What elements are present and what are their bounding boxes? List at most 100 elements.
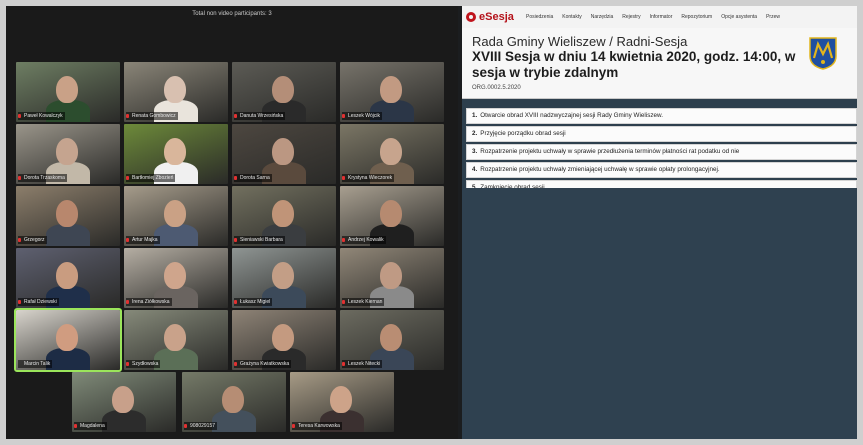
coat-of-arms-icon	[809, 37, 837, 70]
participant-tile[interactable]: Leszek Wójcik	[340, 62, 444, 122]
participant-head	[112, 386, 134, 413]
participant-head	[56, 324, 78, 351]
participant-tile[interactable]: Danuta Wrzesińska	[232, 62, 336, 122]
participant-head	[164, 76, 186, 103]
menu-item[interactable]: Opcje asystenta	[721, 14, 757, 20]
participant-name: Marcin Talik	[18, 360, 53, 368]
menu-item[interactable]: Kontakty	[562, 14, 581, 20]
agenda-item[interactable]: 4. Rozpatrzenie projektu uchwały zmieniaj…	[466, 162, 857, 178]
esesja-logo[interactable]: eSesja	[466, 10, 514, 24]
esesja-panel: eSesja Posiedzenia Kontakty Narzędzia Rejes…	[462, 6, 857, 439]
screen: Total non video participants: 3 Paweł Ko…	[6, 6, 857, 439]
participant-head	[164, 262, 186, 289]
menu-item[interactable]: Posiedzenia	[526, 14, 553, 20]
participant-tile[interactable]: Rafał Dziewski	[16, 248, 120, 308]
council-title: Rada Gminy Wieliszew / Radni-Sesja	[472, 34, 688, 49]
participant-tile[interactable]: Leszek Nitecki	[340, 310, 444, 370]
agenda-item-text: Otwarcie obrad XVIII nadzwyczajnej sesji…	[480, 112, 663, 119]
participant-tile[interactable]: Irena Ziółkowska	[124, 248, 228, 308]
muted-mic-icon	[342, 362, 345, 366]
agenda-item-text: Rozpatrzenie projektu uchwały zmieniając…	[480, 166, 720, 173]
muted-mic-icon	[126, 300, 129, 304]
participant-head	[272, 262, 294, 289]
menu-item[interactable]: Repozytorium	[681, 14, 712, 20]
participant-name: Szydłowska	[126, 360, 161, 368]
muted-mic-icon	[234, 114, 237, 118]
participant-head	[272, 76, 294, 103]
participant-head	[380, 138, 402, 165]
participant-name: Magdalena	[74, 422, 107, 430]
menu-bar: eSesja Posiedzenia Kontakty Narzędzia Rejes…	[462, 6, 857, 29]
participant-tile[interactable]: 908029157	[182, 372, 286, 432]
muted-mic-icon	[234, 176, 237, 180]
participant-tile[interactable]: Dorota Trzaskoma	[16, 124, 120, 184]
muted-mic-icon	[18, 176, 21, 180]
session-reference: ORG.0002.5.2020	[472, 85, 521, 91]
menu-item[interactable]: Narzędzia	[591, 14, 614, 20]
participant-tile[interactable]: Krystyna Wieczorek	[340, 124, 444, 184]
participant-name: Irena Ziółkowska	[126, 298, 172, 306]
participant-head	[164, 138, 186, 165]
participant-tile[interactable]: Bartłomiej Zbozień	[124, 124, 228, 184]
participant-head	[272, 324, 294, 351]
participant-head	[380, 262, 402, 289]
participant-tile[interactable]: Teresa Karwowska	[290, 372, 394, 432]
participant-head	[380, 76, 402, 103]
participant-tile[interactable]: Renata Gombowicz	[124, 62, 228, 122]
participant-name: Leszek Kiernan	[342, 298, 385, 306]
agenda-item-text: Przyjęcie porządku obrad sesji	[480, 130, 566, 137]
participant-name: Dorota Sarna	[234, 174, 272, 182]
participant-name: 908029157	[184, 422, 218, 430]
participant-tile[interactable]: Dorota Sarna	[232, 124, 336, 184]
participant-head	[164, 200, 186, 227]
participant-name: Danuta Wrzesińska	[234, 112, 286, 120]
agenda-item[interactable]: 1. Otwarcie obrad XVIII nadzwyczajnej ses…	[466, 108, 857, 124]
participant-tile[interactable]: Marcin Talik	[14, 308, 122, 372]
participant-name: Leszek Wójcik	[342, 112, 382, 120]
participant-name: Dorota Trzaskoma	[18, 174, 67, 182]
muted-mic-icon	[184, 424, 187, 428]
participant-name: Krystyna Wieczorek	[342, 174, 395, 182]
participant-head	[56, 262, 78, 289]
agenda-item[interactable]: 2. Przyjęcie porządku obrad sesji	[466, 126, 857, 142]
muted-mic-icon	[292, 424, 295, 428]
agenda-item-number: 1.	[472, 112, 478, 119]
muted-mic-icon	[126, 114, 129, 118]
muted-mic-icon	[342, 114, 345, 118]
main-menu: Posiedzenia Kontakty Narzędzia Rejestry Info…	[526, 6, 789, 28]
muted-mic-icon	[342, 300, 345, 304]
participant-tile[interactable]: Grzegorz	[16, 186, 120, 246]
participant-tile[interactable]: Andrzej Kowalik	[340, 186, 444, 246]
participant-tile[interactable]: Szydłowska	[124, 310, 228, 370]
agenda-item[interactable]: 3. Rozpatrzenie projektu uchwały w sprawi…	[466, 144, 857, 160]
agenda-item-number: 4.	[472, 166, 478, 173]
participant-tile[interactable]: Sieniawski Barbara	[232, 186, 336, 246]
participant-tile[interactable]: Magdalena	[72, 372, 176, 432]
logo-icon	[466, 12, 476, 22]
participant-head	[56, 200, 78, 227]
participant-tile[interactable]: Łukasz Migiel	[232, 248, 336, 308]
participant-name: Bartłomiej Zbozień	[126, 174, 176, 182]
participant-head	[380, 200, 402, 227]
menu-item[interactable]: Informator	[650, 14, 673, 20]
video-gallery: Total non video participants: 3 Paweł Ko…	[6, 6, 458, 439]
participant-head	[56, 76, 78, 103]
empty-panel-area	[462, 188, 857, 439]
menu-item[interactable]: Przew	[766, 14, 780, 20]
participant-name: Grażyna Kwiatkowska	[234, 360, 292, 368]
participant-head	[330, 386, 352, 413]
participant-name: Artur Majka	[126, 236, 160, 244]
participant-name: Teresa Karwowska	[292, 422, 342, 430]
participant-tile[interactable]: Artur Majka	[124, 186, 228, 246]
participant-name: Andrzej Kowalik	[342, 236, 386, 244]
participant-body	[212, 410, 256, 432]
muted-mic-icon	[18, 238, 21, 242]
participant-tile[interactable]: Grażyna Kwiatkowska	[232, 310, 336, 370]
agenda-item-text: Rozpatrzenie projektu uchwały w sprawie …	[480, 148, 740, 155]
participant-tile[interactable]: Leszek Kiernan	[340, 248, 444, 308]
participant-tile[interactable]: Paweł Kowalczyk	[16, 62, 120, 122]
participant-head	[164, 324, 186, 351]
participant-name: Renata Gombowicz	[126, 112, 178, 120]
menu-item[interactable]: Rejestry	[622, 14, 640, 20]
muted-mic-icon	[74, 424, 77, 428]
